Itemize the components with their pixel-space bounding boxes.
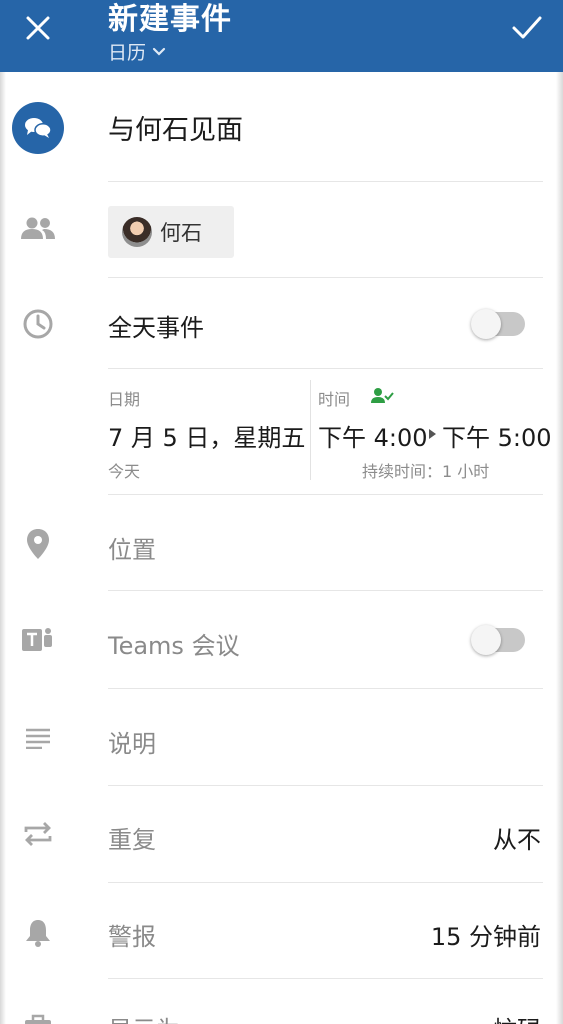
- all-day-label: 全天事件: [108, 314, 204, 342]
- description-icon: [16, 716, 60, 760]
- teams-meeting-label: Teams 会议: [108, 632, 240, 660]
- close-icon: [26, 16, 50, 40]
- divider: [108, 688, 543, 689]
- end-time-picker[interactable]: 下午 5:00: [442, 418, 552, 453]
- clock-icon: [16, 302, 60, 346]
- toggle-knob: [471, 309, 501, 339]
- repeat-label: 重复: [108, 826, 156, 854]
- briefcase-icon: [16, 1004, 60, 1024]
- divider: [108, 181, 543, 182]
- all-day-toggle[interactable]: [471, 309, 525, 339]
- attendee-name: 何石: [160, 221, 202, 245]
- arrow-right-icon: [429, 429, 436, 439]
- date-hint: 今天: [108, 462, 141, 481]
- alert-label: 警报: [108, 923, 156, 951]
- new-event-screen: 新建事件 日历 与何石见面 何石 全天事件 日期 7 月 5 日，星期五 今天 …: [0, 0, 563, 1024]
- avatar: [122, 217, 152, 247]
- show-as-label: 显示为: [108, 1010, 180, 1024]
- divider: [108, 368, 543, 369]
- event-title-icon-wrap: [12, 102, 64, 154]
- start-time-picker[interactable]: 下午 4:00: [318, 418, 428, 453]
- right-edge-shadow: [556, 72, 563, 1024]
- calendar-selector[interactable]: 日历: [108, 38, 166, 65]
- teams-icon: [16, 618, 60, 662]
- bell-icon: [16, 910, 60, 954]
- divider: [108, 785, 543, 786]
- left-edge-shadow: [0, 72, 6, 1024]
- location-pin-icon: [16, 522, 60, 566]
- event-title-input[interactable]: 与何石见面: [108, 108, 243, 147]
- duration-text: 持续时间：1 小时: [362, 462, 490, 481]
- attendee-availability-icon: [371, 388, 394, 403]
- chevron-down-icon: [152, 47, 166, 56]
- chat-bubbles-icon: [12, 102, 64, 154]
- show-as-value[interactable]: 忙碌: [493, 1010, 541, 1024]
- date-time-separator: [310, 380, 311, 480]
- toggle-knob: [471, 625, 501, 655]
- teams-meeting-toggle[interactable]: [471, 625, 525, 655]
- attendee-chip[interactable]: 何石: [108, 206, 234, 258]
- location-input[interactable]: 位置: [108, 530, 156, 565]
- divider: [108, 494, 543, 495]
- divider: [108, 277, 543, 278]
- divider: [108, 882, 543, 883]
- page-title: 新建事件: [108, 2, 232, 37]
- people-icon: [16, 206, 60, 250]
- divider: [108, 590, 543, 591]
- save-button[interactable]: [507, 8, 547, 48]
- calendar-selector-label: 日历: [108, 42, 147, 64]
- alert-value[interactable]: 15 分钟前: [431, 917, 541, 952]
- time-label: 时间: [318, 390, 351, 409]
- divider: [108, 978, 543, 979]
- date-picker[interactable]: 7 月 5 日，星期五: [108, 418, 305, 453]
- app-header: 新建事件 日历: [0, 0, 563, 72]
- repeat-icon: [16, 812, 60, 856]
- close-button[interactable]: [20, 10, 56, 46]
- description-input[interactable]: 说明: [108, 724, 156, 759]
- date-label: 日期: [108, 390, 141, 409]
- repeat-value[interactable]: 从不: [493, 820, 541, 855]
- checkmark-icon: [512, 16, 542, 39]
